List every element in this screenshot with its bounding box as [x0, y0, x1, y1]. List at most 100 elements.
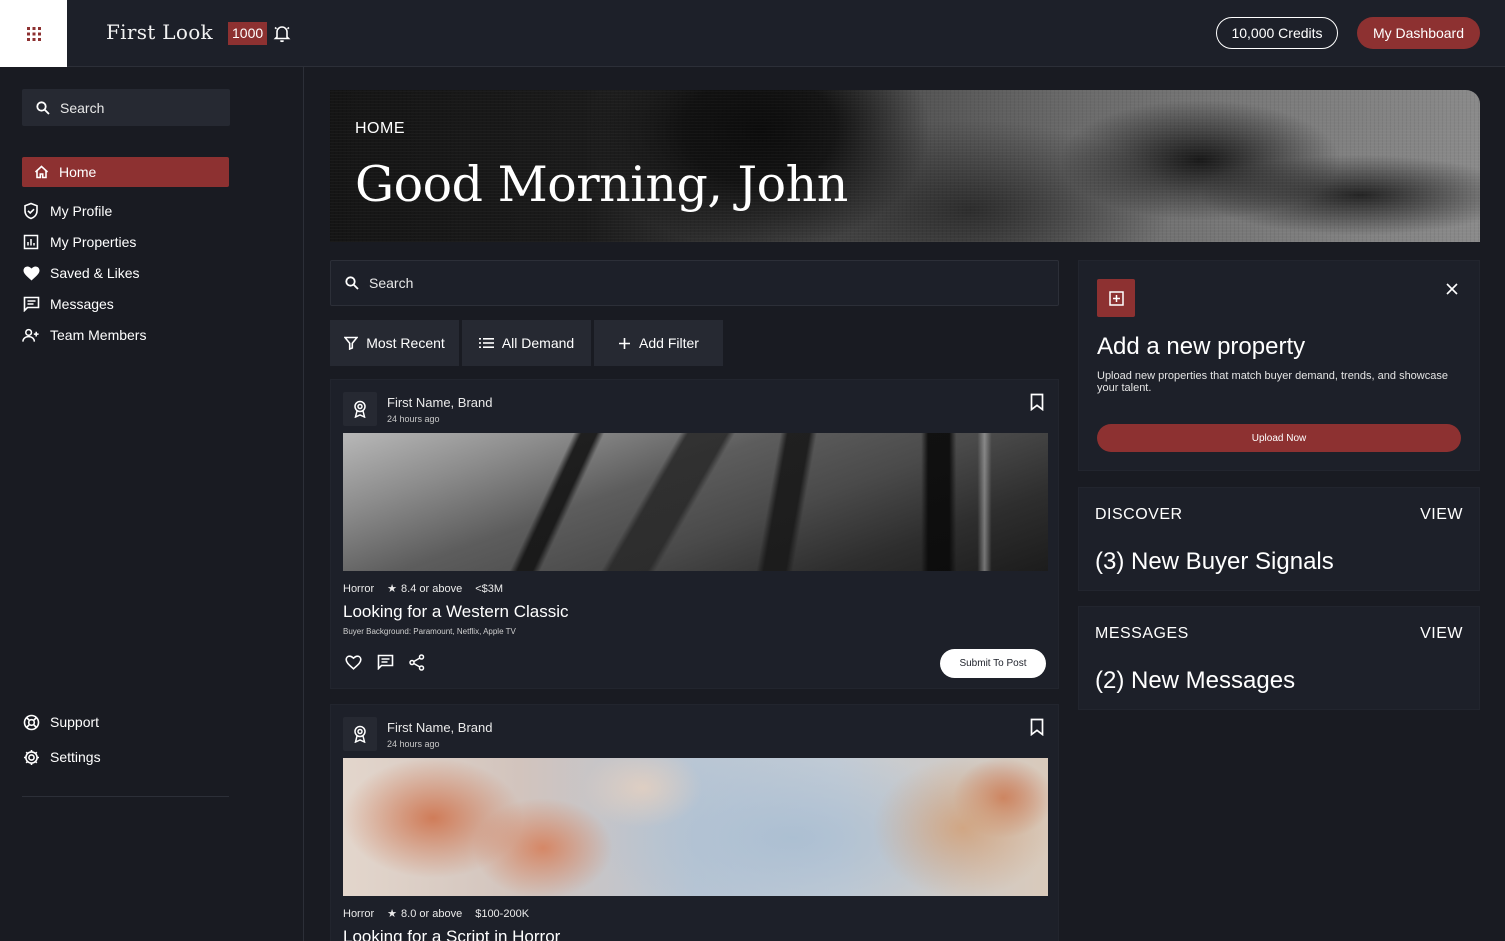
add-property-title: Add a new property — [1097, 333, 1306, 360]
feed-search-placeholder: Search — [369, 275, 414, 291]
sidebar-item-label: Home — [59, 164, 97, 180]
sidebar-item-my-properties[interactable]: My Properties — [22, 227, 136, 257]
list-icon — [478, 337, 494, 349]
budget-tag: <$3M — [475, 582, 504, 595]
top-bar: First Look 1000 10,000 Credits My Dashbo… — [0, 0, 1505, 67]
discover-label: DISCOVER — [1095, 506, 1183, 523]
sidebar-item-my-profile[interactable]: My Profile — [22, 196, 112, 226]
sidebar-item-home[interactable]: Home — [22, 157, 229, 187]
sidebar-search-input[interactable]: Search — [22, 89, 230, 126]
feed-search-input[interactable]: Search — [330, 260, 1059, 306]
post-image[interactable] — [343, 433, 1048, 571]
post-header: First Name, Brand 24 hours ago — [343, 392, 492, 426]
grid-icon — [26, 26, 41, 41]
bookmark-icon[interactable] — [1030, 393, 1044, 411]
post-card: First Name, Brand 24 hours ago Horror ★ … — [330, 379, 1059, 689]
bell-icon[interactable] — [272, 23, 292, 43]
like-button[interactable] — [343, 652, 363, 672]
filter-label: Most Recent — [366, 335, 445, 351]
add-property-description: Upload new properties that match buyer d… — [1097, 370, 1448, 394]
shield-check-icon — [22, 202, 40, 220]
breadcrumb: HOME — [355, 120, 405, 137]
sidebar: Search Home My Profile My Properties Sav… — [0, 67, 304, 941]
comment-icon — [377, 654, 393, 670]
sidebar-item-label: My Properties — [50, 234, 137, 250]
sidebar-item-label: Support — [50, 714, 100, 730]
plus-icon — [618, 337, 631, 350]
genre-tag: Horror — [343, 907, 375, 920]
heart-icon — [22, 264, 40, 282]
filter-all-demand[interactable]: All Demand — [462, 320, 591, 366]
star-icon: ★ — [387, 583, 398, 595]
chart-box-icon — [22, 233, 40, 251]
messages-card: MESSAGES VIEW (2) New Messages — [1078, 606, 1480, 710]
sidebar-item-saved-likes[interactable]: Saved & Likes — [22, 258, 140, 288]
filter-label: Add Filter — [639, 335, 699, 351]
sidebar-item-label: Team Members — [50, 327, 147, 343]
sidebar-item-messages[interactable]: Messages — [22, 289, 114, 319]
credits-button[interactable]: 10,000 Credits — [1216, 17, 1338, 49]
messages-view-link[interactable]: VIEW — [1420, 625, 1463, 643]
award-icon — [354, 725, 366, 743]
bookmark-icon[interactable] — [1030, 718, 1044, 736]
post-tags: Horror ★ 8.0 or above $100-200K — [343, 907, 542, 921]
award-icon — [354, 400, 366, 418]
close-icon[interactable] — [1445, 282, 1459, 296]
discover-view-link[interactable]: VIEW — [1420, 506, 1463, 524]
sidebar-search-placeholder: Search — [60, 99, 105, 116]
submit-to-post-button[interactable]: Submit To Post — [940, 649, 1046, 678]
sidebar-item-label: Saved & Likes — [50, 265, 140, 281]
share-button[interactable] — [407, 652, 427, 672]
budget-tag: $100-200K — [475, 907, 530, 920]
add-user-icon — [22, 326, 40, 344]
post-header: First Name, Brand 24 hours ago — [343, 717, 492, 751]
post-author[interactable]: First Name, Brand — [387, 720, 492, 735]
search-icon — [345, 276, 359, 290]
star-icon: ★ — [387, 908, 398, 920]
share-icon — [409, 653, 425, 671]
dashboard-button[interactable]: My Dashboard — [1357, 17, 1480, 49]
page-title: Good Morning, John — [355, 156, 848, 213]
add-filter-button[interactable]: Add Filter — [594, 320, 723, 366]
heart-outline-icon — [344, 654, 362, 670]
comment-button[interactable] — [375, 652, 395, 672]
post-actions — [343, 652, 439, 672]
sidebar-item-support[interactable]: Support — [22, 707, 99, 737]
message-icon — [22, 295, 40, 313]
plus-box-icon — [1108, 290, 1124, 306]
sidebar-item-label: My Profile — [50, 203, 113, 219]
discover-card: DISCOVER VIEW (3) New Buyer Signals — [1078, 487, 1480, 591]
upload-now-button[interactable]: Upload Now — [1097, 424, 1461, 452]
counter-badge: 1000 — [228, 22, 268, 45]
post-card: First Name, Brand 24 hours ago Horror ★ … — [330, 704, 1059, 941]
lifebuoy-icon — [22, 713, 40, 731]
post-author[interactable]: First Name, Brand — [387, 395, 492, 410]
add-property-card: Add a new property Upload new properties… — [1078, 260, 1480, 471]
sidebar-divider — [22, 796, 229, 797]
post-tags: Horror ★ 8.4 or above <$3M — [343, 582, 516, 596]
search-icon — [36, 100, 50, 115]
rating-tag: 8.4 or above — [401, 582, 463, 595]
funnel-icon — [344, 336, 359, 350]
avatar[interactable] — [343, 392, 377, 426]
hero-banner: HOME Good Morning, John — [330, 90, 1480, 242]
sidebar-item-team-members[interactable]: Team Members — [22, 320, 146, 350]
sidebar-item-label: Messages — [50, 296, 114, 312]
genre-tag: Horror — [343, 582, 375, 595]
brand-logo[interactable]: First Look — [106, 20, 213, 44]
sidebar-item-label: Settings — [50, 749, 101, 765]
avatar[interactable] — [343, 717, 377, 751]
filter-label: All Demand — [501, 335, 575, 351]
post-title[interactable]: Looking for a Western Classic — [343, 602, 569, 622]
gear-icon — [22, 748, 40, 766]
post-title[interactable]: Looking for a Script in Horror — [343, 927, 560, 941]
rating-tag: 8.0 or above — [401, 907, 463, 920]
post-image[interactable] — [343, 758, 1048, 896]
filter-most-recent[interactable]: Most Recent — [330, 320, 459, 366]
new-messages-count[interactable]: (2) New Messages — [1095, 667, 1295, 695]
post-timestamp: 24 hours ago — [387, 738, 440, 749]
buyer-signals-count[interactable]: (3) New Buyer Signals — [1095, 548, 1334, 576]
post-buyer-background: Buyer Background: Paramount, Netflix, Ap… — [343, 627, 516, 636]
sidebar-item-settings[interactable]: Settings — [22, 742, 101, 772]
app-menu-button[interactable] — [0, 0, 67, 67]
